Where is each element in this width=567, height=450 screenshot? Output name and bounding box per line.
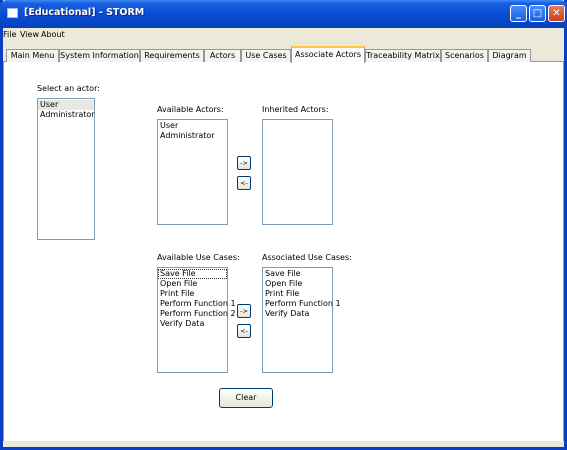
inherited-actors-label: Inherited Actors: [262, 105, 329, 114]
tab-diagram[interactable]: Diagram [488, 49, 531, 62]
available-actors-list[interactable]: User Administrator [157, 119, 228, 225]
list-item[interactable]: Save File [158, 269, 227, 279]
available-use-cases-list[interactable]: Save File Open File Print File Perform F… [157, 267, 236, 373]
maximize-button[interactable]: □ [529, 5, 546, 22]
app-window: [Educational] - STORM _ □ ✕ File View Ab… [0, 0, 567, 450]
list-item[interactable]: Perform Function 2 [158, 309, 236, 319]
select-actor-list[interactable]: User Administrator [37, 98, 95, 240]
remove-actor-button[interactable]: <- [237, 176, 251, 190]
add-use-case-button[interactable]: -> [237, 304, 251, 318]
clear-button[interactable]: Clear [219, 388, 273, 408]
tab-actors[interactable]: Actors [204, 49, 241, 62]
select-actor-label: Select an actor: [37, 84, 100, 93]
list-item[interactable]: Perform Function 1 [263, 299, 341, 309]
tab-strip: Main Menu System Information Requirement… [3, 46, 564, 63]
list-item[interactable]: User [38, 100, 94, 110]
associated-use-cases-label: Associated Use Cases: [262, 253, 352, 262]
list-item[interactable]: Open File [158, 279, 227, 289]
tab-traceability-matrix[interactable]: Traceability Matrix [365, 49, 441, 62]
tab-use-cases[interactable]: Use Cases [241, 49, 291, 62]
list-item[interactable]: Open File [263, 279, 332, 289]
tab-main-menu[interactable]: Main Menu [6, 49, 59, 62]
minimize-button[interactable]: _ [510, 5, 527, 22]
list-item[interactable]: Verify Data [158, 319, 227, 329]
tab-associate-actors[interactable]: Associate Actors [291, 46, 365, 63]
app-window-icon [7, 8, 18, 18]
tab-scenarios[interactable]: Scenarios [441, 49, 488, 62]
associate-actors-panel: Select an actor: User Administrator Avai… [3, 62, 564, 442]
inherited-actors-list[interactable] [262, 119, 333, 225]
list-item[interactable]: User [158, 121, 227, 131]
list-item[interactable]: Save File [263, 269, 332, 279]
list-item[interactable]: Print File [263, 289, 332, 299]
menu-view[interactable]: View [20, 30, 39, 39]
list-item[interactable]: Perform Function 1 [158, 299, 236, 309]
window-title: [Educational] - STORM [24, 7, 145, 18]
associated-use-cases-list[interactable]: Save File Open File Print File Perform F… [262, 267, 341, 373]
list-item[interactable]: Administrator [158, 131, 227, 141]
list-item[interactable]: Print File [158, 289, 227, 299]
tab-requirements[interactable]: Requirements [140, 49, 204, 62]
list-item[interactable]: Administrator [38, 110, 95, 120]
close-button[interactable]: ✕ [548, 5, 565, 22]
bottom-strip [3, 441, 564, 447]
add-actor-button[interactable]: -> [237, 156, 251, 170]
list-item[interactable]: Verify Data [263, 309, 332, 319]
title-bar[interactable]: [Educational] - STORM _ □ ✕ [0, 0, 567, 28]
available-use-cases-label: Available Use Cases: [157, 253, 240, 262]
menu-bar: File View About [3, 28, 564, 41]
menu-about[interactable]: About [41, 30, 65, 39]
remove-use-case-button[interactable]: <- [237, 324, 251, 338]
tab-system-information[interactable]: System Information [59, 49, 140, 62]
available-actors-label: Available Actors: [157, 105, 224, 114]
menu-file[interactable]: File [3, 30, 16, 39]
